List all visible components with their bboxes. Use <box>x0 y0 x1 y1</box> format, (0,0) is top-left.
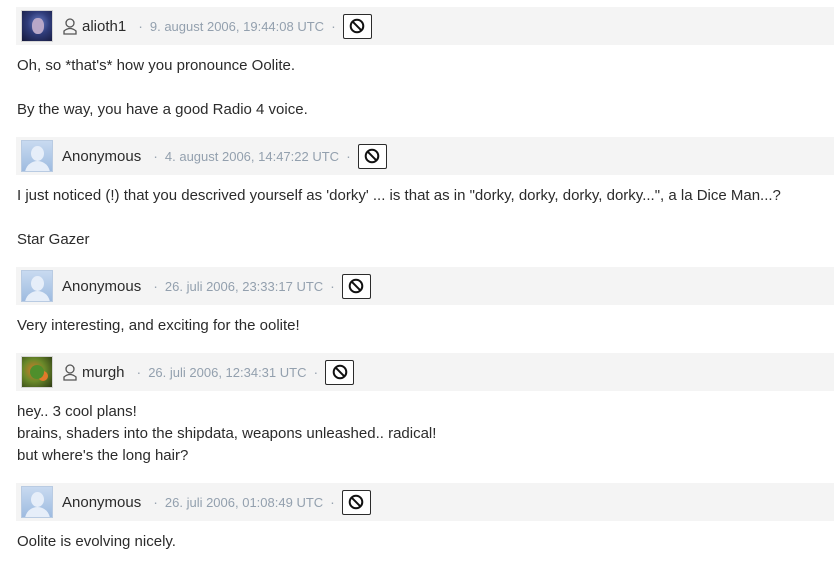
separator: · <box>138 18 143 34</box>
comment: Anonymous · 26. juli 2006, 23:33:17 UTC … <box>0 267 834 337</box>
anonymous-avatar <box>21 270 53 302</box>
comment-body: I just noticed (!) that you descrived yo… <box>17 185 834 251</box>
separator: · <box>330 494 335 510</box>
comment-author: Anonymous <box>62 493 142 511</box>
anonymous-avatar <box>21 140 53 172</box>
separator: · <box>136 364 142 380</box>
comment-timestamp[interactable]: 26. juli 2006, 12:34:31 UTC <box>148 365 306 380</box>
comment-line: Very interesting, and exciting for the o… <box>17 317 300 334</box>
block-button[interactable] <box>341 489 371 515</box>
block-button[interactable] <box>341 273 371 299</box>
comment-header: alioth1 · 9. august 2006, 19:44:08 UTC · <box>16 7 834 45</box>
comment-line: Oolite is evolving nicely. <box>17 533 176 550</box>
comment-body: Oh, so *that's* how you pronounce Oolite… <box>17 55 834 121</box>
comment-header: murgh · 26. juli 2006, 12:34:31 UTC · <box>16 353 834 391</box>
comment-timestamp[interactable]: 9. august 2006, 19:44:08 UTC <box>150 19 324 34</box>
comment-line: but where's the long hair? <box>17 447 189 464</box>
block-button[interactable] <box>357 143 387 169</box>
comment-body: Very interesting, and exciting for the o… <box>17 315 834 337</box>
block-icon <box>364 148 380 164</box>
block-button[interactable] <box>325 359 355 385</box>
block-icon <box>349 494 364 510</box>
separator: · <box>153 278 158 294</box>
user-icon <box>63 18 77 35</box>
comment: murgh · 26. juli 2006, 12:34:31 UTC · he… <box>0 353 834 467</box>
comment-author: Anonymous <box>62 147 142 165</box>
block-icon <box>349 278 364 294</box>
separator: · <box>331 18 336 34</box>
comment-body: Oolite is evolving nicely. <box>17 531 834 553</box>
comment-line: I just noticed (!) that you descrived yo… <box>17 187 781 204</box>
comment-line: By the way, you have a good Radio 4 voic… <box>17 101 308 118</box>
block-icon <box>349 18 365 34</box>
comment-timestamp[interactable]: 26. juli 2006, 01:08:49 UTC <box>165 495 323 510</box>
separator: · <box>313 364 319 380</box>
comment-header: Anonymous · 26. juli 2006, 23:33:17 UTC … <box>16 267 834 305</box>
comment-line: hey.. 3 cool plans! <box>17 403 137 420</box>
separator: · <box>346 148 351 164</box>
separator: · <box>153 148 158 164</box>
user-avatar[interactable] <box>21 356 53 388</box>
user-icon <box>63 364 77 381</box>
block-button[interactable] <box>342 13 372 39</box>
comment-timestamp[interactable]: 4. august 2006, 14:47:22 UTC <box>165 149 339 164</box>
comment-header: Anonymous · 26. juli 2006, 01:08:49 UTC … <box>16 483 834 521</box>
comment: alioth1 · 9. august 2006, 19:44:08 UTC ·… <box>0 7 834 121</box>
comment-line <box>17 77 834 99</box>
anonymous-avatar <box>21 486 53 518</box>
comment: Anonymous · 4. august 2006, 14:47:22 UTC… <box>0 137 834 251</box>
comment-author[interactable]: alioth1 <box>82 18 126 35</box>
user-avatar[interactable] <box>21 10 53 42</box>
comment-body: hey.. 3 cool plans! brains, shaders into… <box>17 401 834 467</box>
separator: · <box>330 278 335 294</box>
comment-author[interactable]: murgh <box>82 364 125 381</box>
block-icon <box>332 364 347 380</box>
comment-author: Anonymous <box>62 277 142 295</box>
comment-header: Anonymous · 4. august 2006, 14:47:22 UTC… <box>16 137 834 175</box>
comment: Anonymous · 26. juli 2006, 01:08:49 UTC … <box>0 483 834 553</box>
comment-line: Oh, so *that's* how you pronounce Oolite… <box>17 57 296 74</box>
comment-line: brains, shaders into the shipdata, weapo… <box>17 425 437 442</box>
comment-line <box>17 207 834 229</box>
comment-timestamp[interactable]: 26. juli 2006, 23:33:17 UTC <box>165 279 323 294</box>
comment-line: Star Gazer <box>17 231 90 248</box>
separator: · <box>153 494 158 510</box>
